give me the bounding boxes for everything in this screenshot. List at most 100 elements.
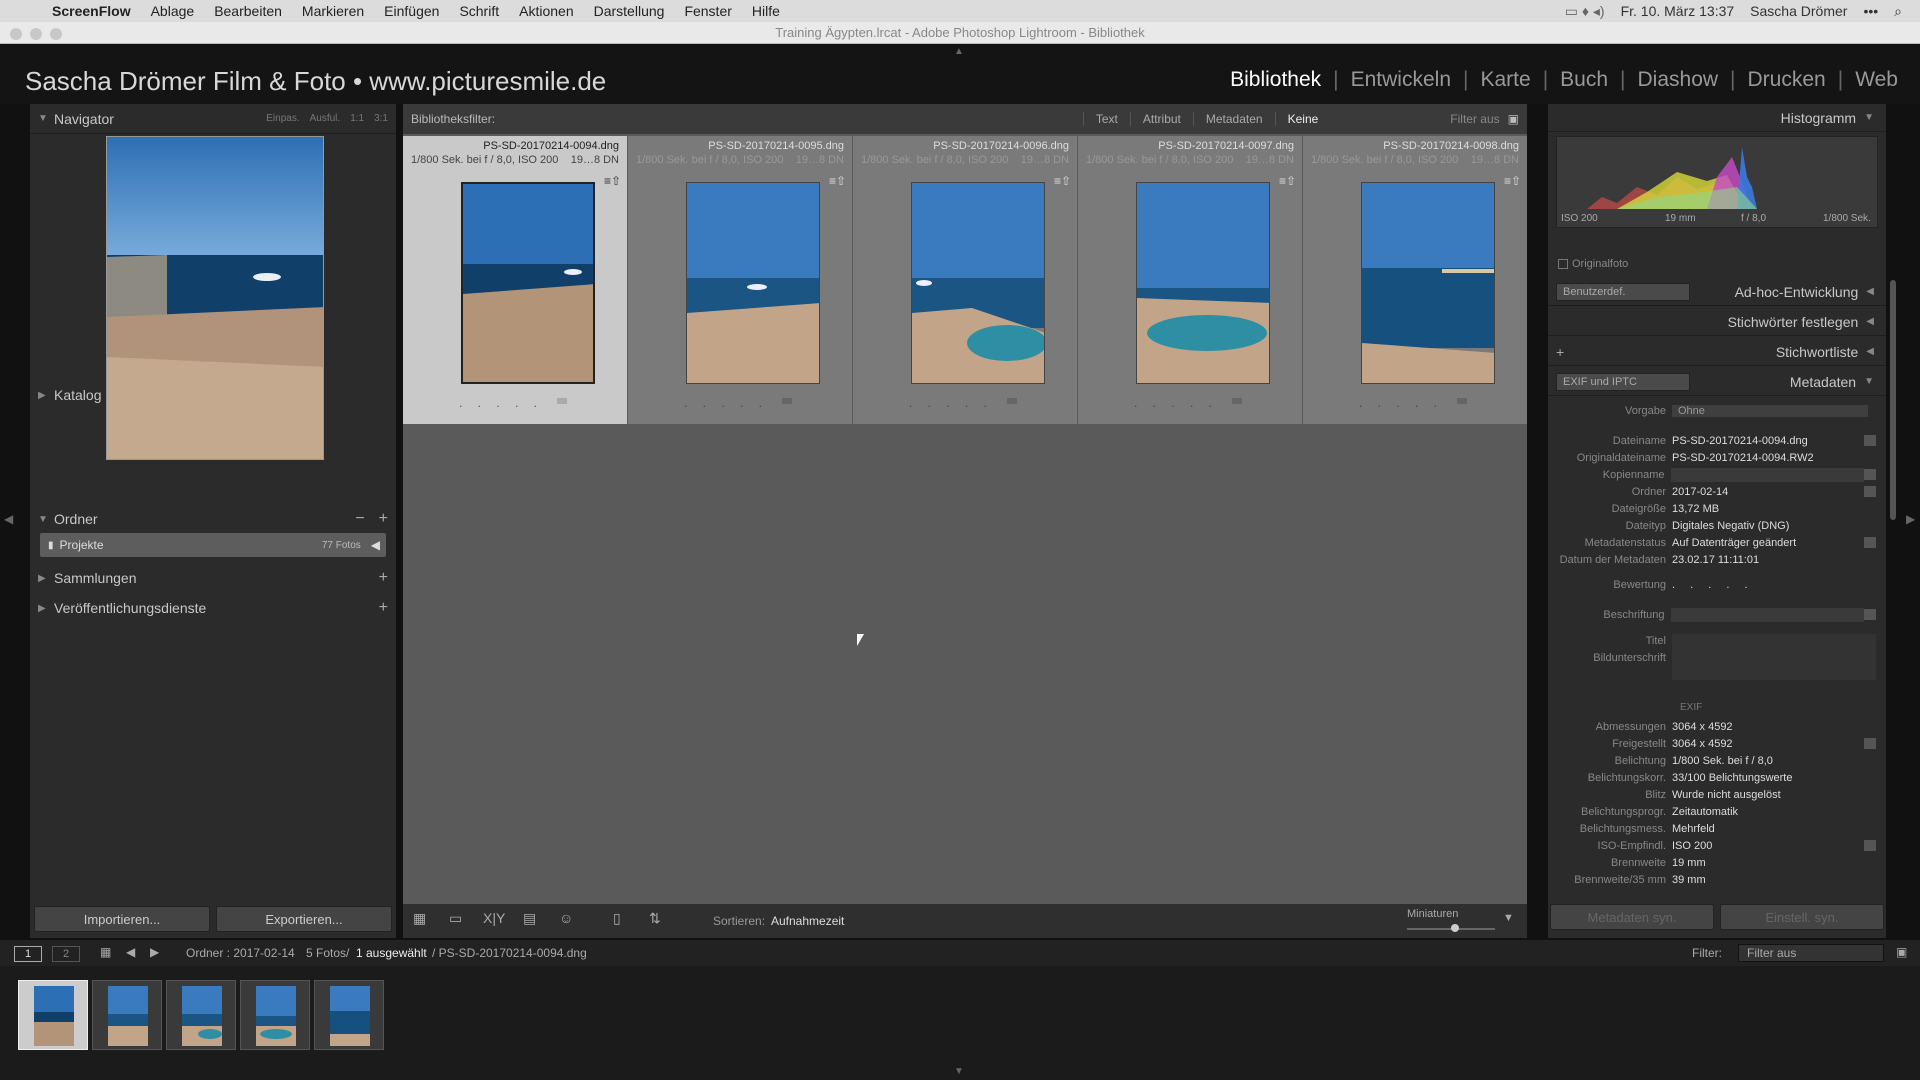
menu-schrift[interactable]: Schrift <box>459 3 499 19</box>
filter-text[interactable]: Text <box>1082 112 1130 126</box>
right-panel-scrollbar[interactable] <box>1890 280 1896 520</box>
metadata-badge-icon[interactable]: ≡⇧ <box>829 174 846 188</box>
vorgabe-select[interactable]: Ohne <box>1672 404 1868 417</box>
meta-value[interactable]: PS-SD-20170214-0094.dng <box>1672 435 1808 447</box>
add-folder-icon[interactable]: + <box>379 510 388 528</box>
metadata-header[interactable]: EXIF und IPTC Metadaten ▼ <box>1548 368 1886 396</box>
menu-fenster[interactable]: Fenster <box>684 3 731 19</box>
meta-value[interactable] <box>1670 467 1865 482</box>
people-view-icon[interactable]: ☺ <box>559 910 573 930</box>
sync-metadata-button[interactable]: Metadaten syn. <box>1550 904 1714 930</box>
module-entwickeln[interactable]: Entwickeln <box>1339 68 1463 92</box>
menu-screenflow[interactable]: ScreenFlow <box>52 3 131 19</box>
top-panel-toggle-icon[interactable]: ▲ <box>954 46 964 57</box>
rating-stars[interactable]: . . . . . <box>1359 396 1443 410</box>
more-icon[interactable]: ••• <box>1863 3 1878 19</box>
lock-icon[interactable]: ▣ <box>1508 112 1519 126</box>
right-panel-toggle-icon[interactable]: ▶ <box>1906 512 1915 526</box>
module-diashow[interactable]: Diashow <box>1626 68 1731 92</box>
survey-view-icon[interactable]: ▤ <box>523 910 536 930</box>
close-window-button[interactable] <box>10 28 22 40</box>
color-label[interactable] <box>782 398 792 404</box>
menu-bearbeiten[interactable]: Bearbeiten <box>214 3 282 19</box>
grid-cell[interactable]: PS-SD-20170214-0095.dng 1/800 Sek. bei f… <box>628 136 852 424</box>
filmstrip-thumb[interactable] <box>314 980 384 1050</box>
toolbar-menu-icon[interactable]: ▼ <box>1503 912 1514 932</box>
grid-view-icon[interactable]: ▦ <box>413 910 426 930</box>
rating-stars[interactable]: . . . . . <box>459 396 543 410</box>
module-karte[interactable]: Karte <box>1468 68 1542 92</box>
module-buch[interactable]: Buch <box>1548 68 1620 92</box>
metadata-badge-icon[interactable]: ≡⇧ <box>1504 174 1521 188</box>
spotlight-search-icon[interactable]: ⌕ <box>1894 3 1902 20</box>
color-label[interactable] <box>1232 398 1242 404</box>
cell-thumbnail[interactable] <box>1136 182 1270 384</box>
color-label[interactable] <box>1007 398 1017 404</box>
filmstrip-thumb[interactable] <box>166 980 236 1050</box>
meta-action-icon[interactable] <box>1864 738 1876 749</box>
veroeffentlichung-section[interactable]: ▶ Veröffentlichungsdienste + <box>30 593 396 623</box>
cell-thumbnail[interactable] <box>911 182 1045 384</box>
ordner-section[interactable]: ▼ Ordner − + <box>30 504 396 534</box>
loupe-view-icon[interactable]: ▭ <box>449 910 462 930</box>
navigator-header[interactable]: ▼ Navigator Einpas. Ausful. 1:1 3:1 <box>30 104 396 134</box>
menubar-datetime[interactable]: Fr. 10. März 13:37 <box>1621 3 1735 19</box>
add-keyword-icon[interactable]: + <box>1556 344 1564 360</box>
filmstrip-thumb[interactable] <box>18 980 88 1050</box>
rating-stars[interactable]: . . . . . <box>1672 579 1754 591</box>
filter-attribut[interactable]: Attribut <box>1129 112 1193 126</box>
metadata-preset-select[interactable]: EXIF und IPTC <box>1556 372 1690 391</box>
keyword-list-header[interactable]: + Stichwortliste ◀ <box>1548 338 1886 366</box>
beschriftung-field[interactable] <box>1670 607 1865 622</box>
quick-develop-preset[interactable]: Benutzerdef. <box>1556 282 1690 301</box>
bottom-panel-toggle-icon[interactable]: ▼ <box>954 1066 964 1077</box>
histogram-header[interactable]: Histogramm ▼ <box>1548 104 1886 132</box>
histogram[interactable]: ISO 200 19 mm f / 8,0 1/800 Sek. <box>1556 136 1878 228</box>
selected-filename[interactable]: / PS-SD-20170214-0094.dng <box>432 946 587 960</box>
filter-keine[interactable]: Keine <box>1274 112 1331 126</box>
compare-view-icon[interactable]: X|Y <box>483 910 505 930</box>
remove-folder-icon[interactable]: − <box>355 510 364 528</box>
menu-markieren[interactable]: Markieren <box>302 3 364 19</box>
katalog-section[interactable]: ▶ Katalog <box>30 380 396 410</box>
window-2-button[interactable]: 2 <box>52 946 80 962</box>
add-service-icon[interactable]: + <box>379 599 388 617</box>
menu-einfuegen[interactable]: Einfügen <box>384 3 439 19</box>
menu-darstellung[interactable]: Darstellung <box>594 3 665 19</box>
filter-preset-select[interactable]: Filter aus <box>1450 112 1499 126</box>
module-bibliothek[interactable]: Bibliothek <box>1218 68 1333 92</box>
source-path[interactable]: Ordner : 2017-02-14 <box>186 946 295 960</box>
status-icons[interactable]: ▭ ♦ ◂) <box>1565 3 1605 20</box>
zoom-window-button[interactable] <box>50 28 62 40</box>
meta-action-icon[interactable] <box>1864 435 1876 446</box>
rating-stars[interactable]: . . . . . <box>1134 396 1218 410</box>
quick-develop-header[interactable]: Benutzerdef. Ad-hoc-Entwicklung ◀ <box>1548 278 1886 306</box>
sync-settings-button[interactable]: Einstell. syn. <box>1720 904 1884 930</box>
original-photo-toggle[interactable]: Originalfoto <box>1558 258 1628 270</box>
sort-select[interactable]: Aufnahmezeit <box>771 914 844 928</box>
module-web[interactable]: Web <box>1843 68 1910 92</box>
metadata-badge-icon[interactable]: ≡⇧ <box>1054 174 1071 188</box>
keywording-header[interactable]: Stichwörter festlegen ◀ <box>1548 308 1886 336</box>
filter-select[interactable]: Filter aus <box>1738 944 1884 962</box>
color-label[interactable] <box>557 398 567 404</box>
slider-handle[interactable] <box>1451 924 1459 932</box>
menu-hilfe[interactable]: Hilfe <box>752 3 780 19</box>
forward-arrow-icon[interactable]: ▶ <box>150 945 159 959</box>
meta-action-icon[interactable] <box>1864 469 1876 480</box>
rating-stars[interactable]: . . . . . <box>684 396 768 410</box>
zoom-3-1[interactable]: 3:1 <box>374 113 388 124</box>
cell-thumbnail[interactable] <box>461 182 595 384</box>
grid-cell[interactable]: PS-SD-20170214-0094.dng 1/800 Sek. bei f… <box>403 136 627 424</box>
cell-thumbnail[interactable] <box>1361 182 1495 384</box>
meta-action-icon[interactable] <box>1864 537 1876 548</box>
module-drucken[interactable]: Drucken <box>1736 68 1838 92</box>
folder-projekte[interactable]: ▮ Projekte 77 Fotos ◀ <box>40 533 386 557</box>
meta-action-icon[interactable] <box>1864 486 1876 497</box>
filmstrip-thumb[interactable] <box>240 980 310 1050</box>
filter-lock-icon[interactable]: ▣ <box>1896 945 1907 959</box>
folder-triangle-icon[interactable]: ◀ <box>371 538 380 552</box>
export-button[interactable]: Exportieren... <box>216 906 392 932</box>
rating-stars[interactable]: . . . . . <box>909 396 993 410</box>
menu-ablage[interactable]: Ablage <box>151 3 195 19</box>
